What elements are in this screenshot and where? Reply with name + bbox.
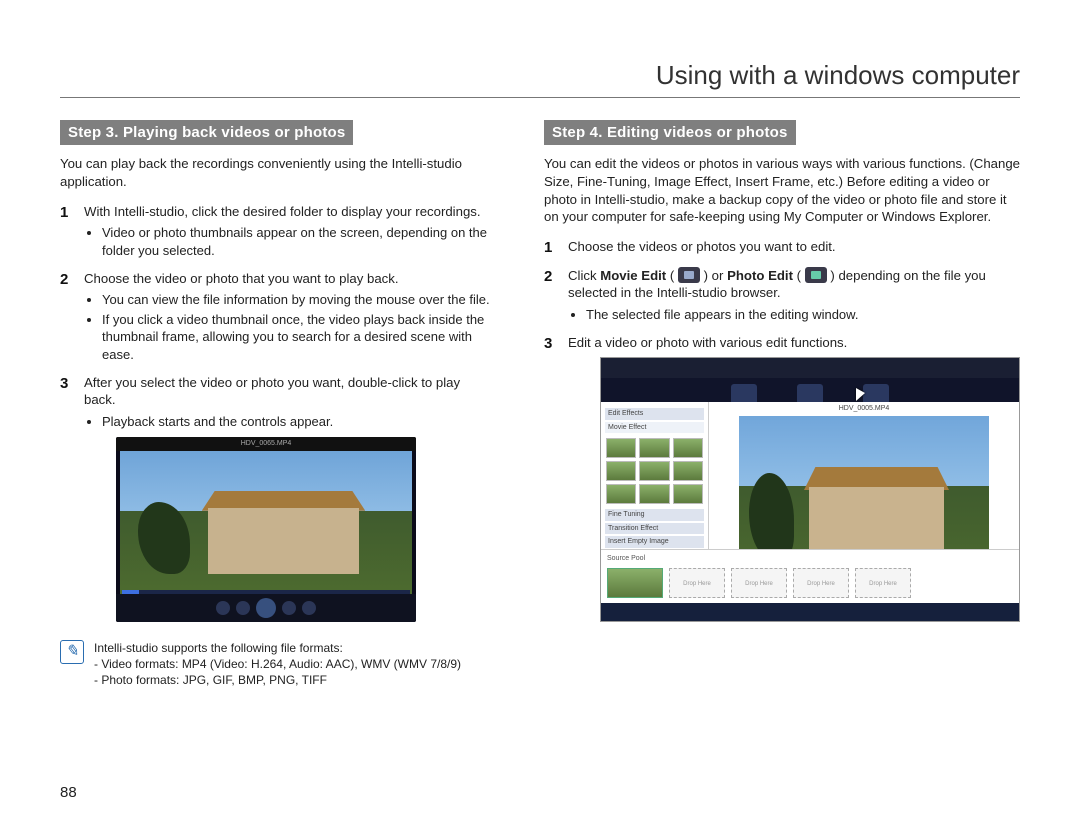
- scene-tree: [138, 502, 191, 574]
- editor-statusbar: [601, 603, 1019, 621]
- movie-edit-label: Movie Edit: [600, 268, 666, 283]
- effect-thumb[interactable]: [606, 438, 636, 458]
- editor-titlebar: [601, 358, 1019, 378]
- paren-open2: (: [797, 268, 805, 283]
- step-text: Choose the video or photo that you want …: [84, 271, 399, 286]
- right-step-2: 2 Click Movie Edit ( ) or Photo Edit ( )…: [544, 267, 1020, 326]
- photo-edit-label: Photo Edit: [727, 268, 793, 283]
- bullet: If you click a video thumbnail once, the…: [102, 311, 494, 364]
- step-number: 3: [544, 334, 558, 627]
- effect-thumb[interactable]: [673, 484, 703, 504]
- step-number: 3: [60, 374, 74, 632]
- timeline-panel: Source Pool Drop Here Drop Here Drop Her…: [601, 549, 1019, 603]
- timeline-drop-slot[interactable]: Drop Here: [731, 568, 787, 598]
- step-number: 2: [60, 270, 74, 366]
- step3-header: Step 3. Playing back videos or photos: [60, 120, 353, 145]
- note-icon: ✎: [60, 640, 84, 664]
- photo-edit-icon: [805, 267, 827, 283]
- fine-tuning-row[interactable]: Fine Tuning: [605, 509, 704, 520]
- transition-effect-row[interactable]: Transition Effect: [605, 523, 704, 534]
- player-viewport: [120, 451, 412, 594]
- movie-edit-icon: [678, 267, 700, 283]
- forward-icon[interactable]: [282, 601, 296, 615]
- page-number: 88: [60, 784, 77, 801]
- or-text: ) or: [704, 268, 727, 283]
- insert-empty-image-row[interactable]: Insert Empty Image: [605, 536, 704, 547]
- step4-header: Step 4. Editing videos or photos: [544, 120, 796, 145]
- bullet: The selected file appears in the editing…: [586, 306, 1020, 324]
- editor-screenshot: Edit Effects Movie Effect: [600, 357, 1020, 622]
- source-pool-label: Source Pool: [607, 555, 645, 562]
- preview-filename: HDV_0005.MP4: [709, 402, 1019, 413]
- note-line: - Video formats: MP4 (Video: H.264, Audi…: [94, 656, 461, 672]
- effect-thumb[interactable]: [673, 461, 703, 481]
- step-text-prefix: Click: [568, 268, 600, 283]
- bullet: You can view the file information by mov…: [102, 291, 494, 309]
- note-line: Intelli-studio supports the following fi…: [94, 640, 461, 656]
- bullet: Video or photo thumbnails appear on the …: [102, 224, 494, 259]
- video-player-screenshot: HDV_0065.MP4: [116, 437, 416, 622]
- note-line: - Photo formats: JPG, GIF, BMP, PNG, TIF…: [94, 672, 461, 688]
- timeline-drop-slot[interactable]: Drop Here: [669, 568, 725, 598]
- tab-library[interactable]: [731, 384, 757, 402]
- step-number: 1: [544, 238, 558, 258]
- step-text: Choose the videos or photos you want to …: [568, 239, 836, 254]
- step3-intro: You can play back the recordings conveni…: [60, 155, 494, 191]
- prev-icon[interactable]: [216, 601, 230, 615]
- step4-intro: You can edit the videos or photos in var…: [544, 155, 1020, 226]
- effect-thumb[interactable]: [606, 461, 636, 481]
- scene-tree: [749, 473, 794, 560]
- effects-header: Edit Effects: [605, 408, 704, 419]
- page-title: Using with a windows computer: [60, 60, 1020, 98]
- right-step-3: 3 Edit a video or photo with various edi…: [544, 334, 1020, 627]
- rewind-icon[interactable]: [236, 601, 250, 615]
- effect-thumb[interactable]: [606, 484, 636, 504]
- right-step-1: 1 Choose the videos or photos you want t…: [544, 238, 1020, 258]
- left-step-3: 3 After you select the video or photo yo…: [60, 374, 494, 632]
- timeline-drop-slot[interactable]: Drop Here: [855, 568, 911, 598]
- player-filename: HDV_0065.MP4: [116, 437, 416, 451]
- step-number: 1: [60, 203, 74, 262]
- step-text: After you select the video or photo you …: [84, 375, 460, 408]
- step-number: 2: [544, 267, 558, 326]
- movie-effect-row[interactable]: Movie Effect: [605, 422, 704, 433]
- effect-thumb[interactable]: [639, 484, 669, 504]
- scene-house: [208, 508, 360, 574]
- effect-thumb[interactable]: [639, 438, 669, 458]
- timeline-clip[interactable]: [607, 568, 663, 598]
- effect-thumb[interactable]: [673, 438, 703, 458]
- paren-open: (: [670, 268, 678, 283]
- left-column: Step 3. Playing back videos or photos Yo…: [60, 120, 494, 688]
- effect-thumb[interactable]: [639, 461, 669, 481]
- bullet: Playback starts and the controls appear.: [102, 413, 494, 431]
- tab-movie[interactable]: [797, 384, 823, 402]
- player-controls: [116, 594, 416, 622]
- left-step-1: 1 With Intelli-studio, click the desired…: [60, 203, 494, 262]
- left-step-2: 2 Choose the video or photo that you wan…: [60, 270, 494, 366]
- step-text: With Intelli-studio, click the desired f…: [84, 204, 481, 219]
- next-icon[interactable]: [302, 601, 316, 615]
- timeline-drop-slot[interactable]: Drop Here: [793, 568, 849, 598]
- step-text: Edit a video or photo with various edit …: [568, 335, 847, 350]
- editor-tabs: [601, 378, 1019, 402]
- info-note: ✎ Intelli-studio supports the following …: [60, 640, 494, 689]
- right-column: Step 4. Editing videos or photos You can…: [544, 120, 1020, 688]
- play-icon[interactable]: [256, 598, 276, 618]
